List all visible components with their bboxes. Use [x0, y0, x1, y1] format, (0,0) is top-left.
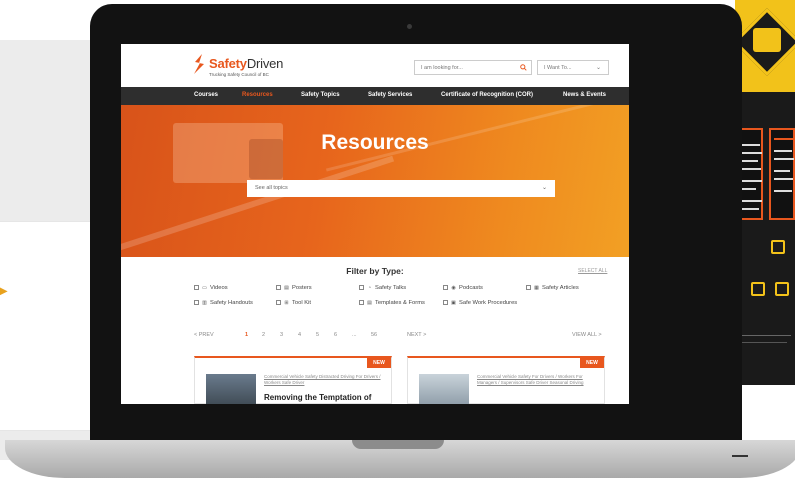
- card-title[interactable]: Removing the Temptation of: [264, 393, 388, 402]
- filter-heading: Filter by Type:: [346, 266, 404, 276]
- article-icon: ▦: [534, 285, 539, 291]
- checkbox[interactable]: [443, 300, 448, 305]
- pagination-next[interactable]: NEXT >: [407, 332, 426, 338]
- card-thumbnail: [419, 374, 469, 404]
- card-tags[interactable]: Commercial Vehicle Safety Distracted Dri…: [264, 374, 384, 386]
- page-link[interactable]: 1: [245, 332, 248, 338]
- procedure-icon: ▣: [451, 300, 456, 306]
- checkbox[interactable]: [194, 285, 199, 290]
- checkbox[interactable]: [194, 300, 199, 305]
- i-want-to-dropdown[interactable]: I Want To... ⌄: [537, 60, 609, 75]
- search-icon[interactable]: [520, 64, 527, 71]
- page-link[interactable]: 4: [298, 332, 301, 338]
- search-field[interactable]: [414, 60, 532, 75]
- view-all-link[interactable]: VIEW ALL >: [572, 332, 602, 338]
- checkbox[interactable]: [359, 300, 364, 305]
- chevron-down-icon: ⌄: [595, 65, 601, 71]
- poster-icon: ▤: [284, 285, 289, 291]
- webcam-icon: [407, 24, 412, 29]
- filter-videos[interactable]: ▭ Videos: [194, 285, 228, 291]
- topic-dropdown[interactable]: See all topics ⌄: [247, 180, 555, 197]
- laptop-indicator: [732, 455, 748, 457]
- nav-safety-services[interactable]: Safety Services: [368, 92, 412, 98]
- nav-news-events[interactable]: News & Events: [563, 92, 606, 98]
- nav-cor[interactable]: Certificate of Recognition (COR): [441, 92, 533, 98]
- chevron-down-icon: ⌄: [541, 185, 547, 191]
- video-icon: ▭: [202, 285, 207, 291]
- podcast-icon: ◉: [451, 285, 456, 291]
- page-link[interactable]: 2: [262, 332, 265, 338]
- talk-icon: ◔: [367, 285, 372, 291]
- nav-safety-topics[interactable]: Safety Topics: [301, 92, 340, 98]
- new-badge: NEW: [580, 358, 604, 368]
- filter-safety-talks[interactable]: ◔ Safety Talks: [359, 285, 406, 291]
- safety-poster: [735, 0, 795, 385]
- card-thumbnail: [206, 374, 256, 404]
- forklift-icon: [753, 28, 781, 52]
- resource-card[interactable]: NEW Commercial Vehicle Safety Distracted…: [194, 356, 392, 404]
- search-input[interactable]: [415, 61, 515, 74]
- form-icon: ▤: [367, 300, 372, 306]
- safetydriven-logo-icon[interactable]: [192, 53, 206, 75]
- first-aid-icon: [751, 282, 765, 296]
- checkbox[interactable]: [276, 285, 281, 290]
- site-logo[interactable]: SafetyDriven: [209, 56, 283, 71]
- promo-card-mark: ▸: [0, 282, 8, 298]
- logo-tagline: Trucking Safety Council of BC: [209, 72, 269, 77]
- worker-icon: [775, 282, 789, 296]
- pagination-prev[interactable]: < PREV: [194, 332, 214, 338]
- filter-templates-forms[interactable]: ▤ Templates & Forms: [359, 300, 425, 306]
- page-title: Resources: [321, 131, 429, 154]
- checkbox[interactable]: [443, 285, 448, 290]
- page-link[interactable]: 3: [280, 332, 283, 338]
- page-ellipsis: ...: [352, 332, 357, 338]
- checkbox[interactable]: [359, 285, 364, 290]
- filter-tool-kit[interactable]: ⊞ Tool Kit: [276, 300, 311, 306]
- filter-safety-handouts[interactable]: ▥ Safety Handouts: [194, 300, 253, 306]
- browser-viewport: SafetyDriven Trucking Safety Council of …: [121, 44, 629, 404]
- hero-banner: Resources See all topics ⌄: [121, 105, 629, 257]
- resource-card[interactable]: NEW Commercial Vehicle Safety For Driver…: [407, 356, 605, 404]
- laptop-notch: [352, 440, 444, 449]
- checkbox[interactable]: [526, 285, 531, 290]
- hazard-icon: [771, 240, 785, 254]
- main-nav: Courses Resources Safety Topics Safety S…: [121, 87, 629, 105]
- page-link[interactable]: 56: [371, 332, 377, 338]
- nav-courses[interactable]: Courses: [194, 92, 218, 98]
- nav-resources[interactable]: Resources: [242, 92, 273, 98]
- site-header: SafetyDriven Trucking Safety Council of …: [121, 44, 629, 87]
- filter-podcasts[interactable]: ◉ Podcasts: [443, 285, 483, 291]
- filter-posters[interactable]: ▤ Posters: [276, 285, 312, 291]
- page-link[interactable]: 5: [316, 332, 319, 338]
- filter-safe-work-procedures[interactable]: ▣ Safe Work Procedures: [443, 300, 517, 306]
- page-link[interactable]: 6: [334, 332, 337, 338]
- filter-safety-articles[interactable]: ▦ Safety Articles: [526, 285, 579, 291]
- card-tags[interactable]: Commercial Vehicle Safety For Drivers / …: [477, 374, 597, 386]
- toolkit-icon: ⊞: [284, 300, 289, 306]
- new-badge: NEW: [367, 358, 391, 368]
- checkbox[interactable]: [276, 300, 281, 305]
- poster-panel-right: [769, 128, 795, 220]
- handout-icon: ▥: [202, 300, 207, 306]
- select-all-link[interactable]: SELECT ALL: [578, 268, 607, 274]
